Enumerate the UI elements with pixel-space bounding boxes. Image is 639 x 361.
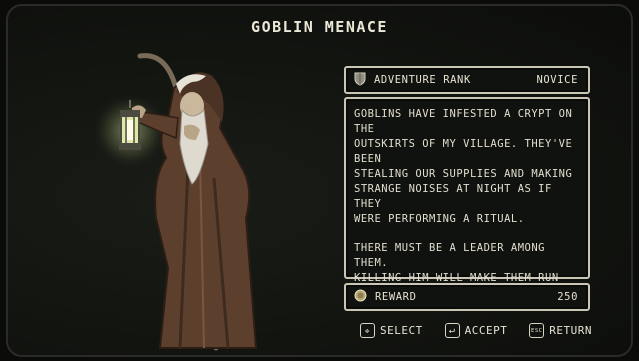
control-hints: ✜ SELECT ↵ ACCEPT ESC RETURN bbox=[360, 323, 592, 338]
select-control[interactable]: ✜ SELECT bbox=[360, 323, 423, 338]
adventure-rank-label: ADVENTURE RANK bbox=[374, 74, 471, 86]
adventure-rank-value: NOVICE bbox=[536, 74, 578, 86]
accept-control[interactable]: ↵ ACCEPT bbox=[444, 323, 508, 338]
dpad-icon: ✜ bbox=[360, 323, 375, 338]
return-control[interactable]: ESC RETURN bbox=[529, 323, 592, 338]
coin-icon bbox=[354, 289, 367, 305]
quest-title: GOBLIN MENACE bbox=[251, 18, 388, 36]
esc-key-icon: ESC bbox=[529, 323, 545, 338]
select-label: SELECT bbox=[380, 324, 423, 337]
quest-description-paragraph-1: GOBLINS HAVE INFESTED A CRYPT ON THE OUT… bbox=[354, 108, 573, 225]
accept-label: ACCEPT bbox=[464, 324, 508, 337]
return-label: RETURN bbox=[549, 324, 592, 337]
reward-label: REWARD bbox=[375, 291, 417, 303]
shield-icon bbox=[354, 72, 366, 89]
hermit-npc-portrait bbox=[96, 53, 258, 351]
quest-description-panel: GOBLINS HAVE INFESTED A CRYPT ON THE OUT… bbox=[344, 97, 590, 314]
adventure-rank-panel: ADVENTURE RANK NOVICE bbox=[344, 66, 590, 94]
reward-panel: REWARD 250 bbox=[344, 283, 590, 311]
reward-value: 250 bbox=[557, 291, 578, 303]
enter-key-icon: ↵ bbox=[444, 323, 460, 338]
